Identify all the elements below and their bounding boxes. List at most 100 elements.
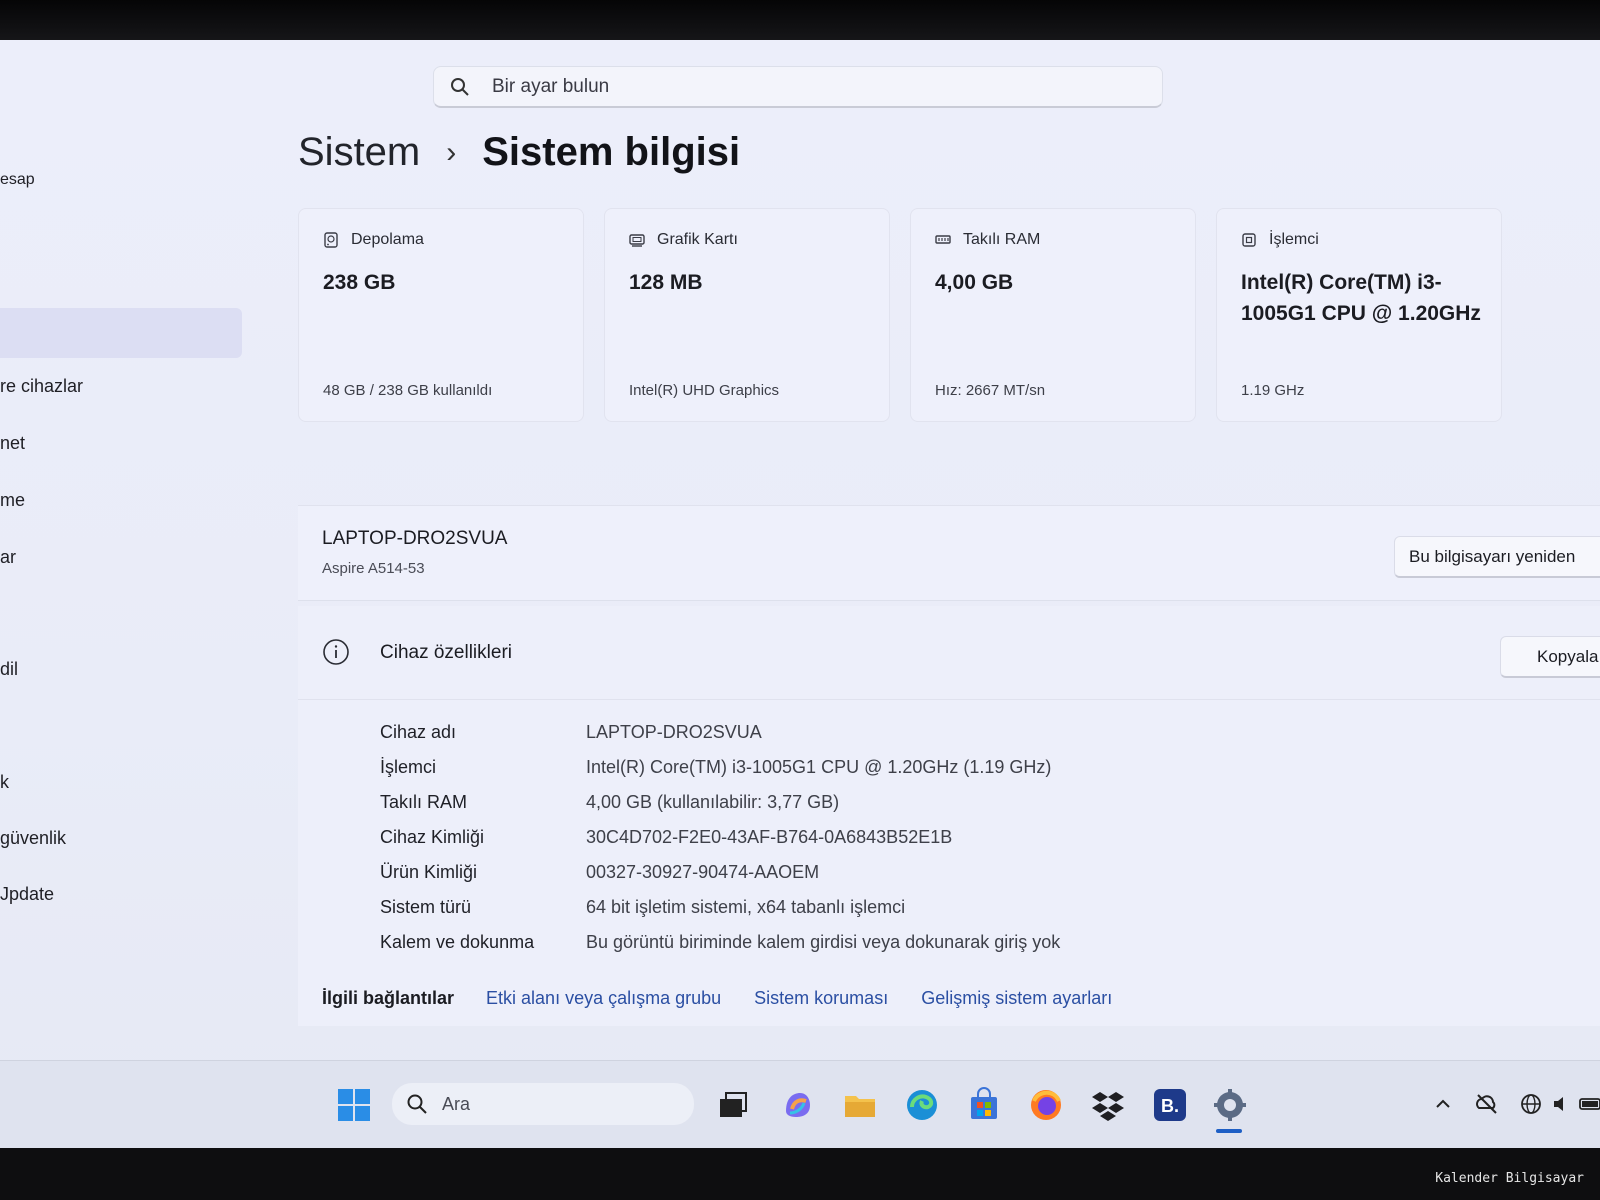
taskbar: Ara B.: [0, 1060, 1600, 1150]
copy-button[interactable]: Kopyala: [1500, 636, 1600, 678]
sidebar-item-update[interactable]: Jpdate: [0, 884, 54, 905]
ram-card[interactable]: Takılı RAM 4,00 GB Hız: 2667 MT/sn: [910, 208, 1196, 422]
dropbox-icon[interactable]: [1090, 1087, 1126, 1123]
gpu-card[interactable]: Grafik Kartı 128 MB Intel(R) UHD Graphic…: [604, 208, 890, 422]
sidebar-item-label: k: [0, 772, 9, 792]
sidebar-item-language[interactable]: dil: [0, 659, 18, 680]
info-icon: [323, 639, 349, 665]
spec-key: Cihaz Kimliği: [380, 827, 485, 847]
domain-workgroup-link[interactable]: Etki alanı veya çalışma grubu: [486, 988, 721, 1009]
spec-row: Cihaz Kimliği 30C4D702-F2E0-43AF-B764-0A6…: [380, 827, 952, 857]
card-value: 128 MB: [629, 271, 703, 294]
start-icon[interactable]: [336, 1087, 372, 1123]
chevron-right-icon: ›: [446, 135, 457, 169]
volume-icon[interactable]: [1550, 1091, 1576, 1117]
device-specs-title: Cihaz özellikleri: [380, 642, 512, 663]
task-view-icon[interactable]: [714, 1087, 750, 1123]
spec-key: Kalem ve dokunma: [380, 932, 535, 952]
taskbar-search[interactable]: Ara: [392, 1083, 694, 1125]
firefox-icon[interactable]: [1028, 1087, 1064, 1123]
sidebar-item-selected[interactable]: [0, 308, 242, 358]
spec-value: 4,00 GB (kullanılabilir: 3,77 GB): [586, 792, 840, 812]
search-icon: [407, 1094, 427, 1114]
card-value: 238 GB: [323, 271, 396, 294]
gpu-icon: [629, 234, 645, 247]
sidebar-item-apps[interactable]: ar: [0, 547, 16, 568]
card-title: Grafik Kartı: [657, 231, 738, 248]
spec-value: LAPTOP-DRO2SVUA: [586, 722, 762, 742]
device-name: LAPTOP-DRO2SVUA: [322, 528, 508, 549]
card-value: Intel(R) Core(TM) i3-1005G1 CPU @ 1.20GH…: [1241, 271, 1481, 325]
card-header: Depolama: [323, 231, 424, 249]
bottom-bezel: [0, 1148, 1600, 1200]
onedrive-offline-icon[interactable]: [1474, 1091, 1500, 1117]
spec-key: Sistem türü: [380, 897, 472, 917]
card-detail: Intel(R) UHD Graphics: [629, 382, 780, 399]
card-detail: Hız: 2667 MT/sn: [935, 382, 1046, 399]
spec-key: Takılı RAM: [380, 792, 468, 812]
device-specs-panel: Cihaz özellikleri Kopyala Cihaz adı LAPTO…: [298, 606, 1600, 1026]
rename-pc-button[interactable]: Bu bilgisayarı yeniden: [1394, 536, 1600, 578]
globe-icon[interactable]: [1518, 1091, 1544, 1117]
settings-search[interactable]: Bir ayar bulun: [433, 66, 1163, 108]
sidebar-item-label: me: [0, 490, 26, 510]
sidebar-item-label: dil: [0, 659, 19, 679]
spec-value: Intel(R) Core(TM) i3-1005G1 CPU @ 1.20GH…: [586, 757, 1052, 777]
spec-key: İşlemci: [380, 757, 437, 777]
search-input[interactable]: Bir ayar bulun: [492, 76, 609, 98]
spec-key: Cihaz adı: [380, 722, 457, 742]
edge-icon[interactable]: [904, 1087, 940, 1123]
card-title: Depolama: [351, 231, 424, 248]
sidebar-item-devices[interactable]: re cihazlar: [0, 376, 83, 397]
related-links: İlgili bağlantılar Etki alanı veya çalış…: [322, 988, 1145, 1009]
copilot-icon[interactable]: [780, 1087, 816, 1123]
sidebar: esap re cihazlar net me ar dil k güvenli…: [0, 40, 245, 1060]
card-header: İşlemci: [1241, 231, 1319, 249]
system-protection-link[interactable]: Sistem koruması: [754, 988, 888, 1009]
spec-value: Bu görüntü biriminde kalem girdisi veya …: [586, 932, 1061, 952]
battery-icon[interactable]: [1578, 1091, 1600, 1117]
sidebar-item-account[interactable]: esap: [0, 171, 35, 189]
sidebar-item-accessibility[interactable]: k: [0, 772, 9, 793]
spec-row: Ürün Kimliği 00327-30927-90474-AAOEM: [380, 862, 819, 892]
spec-value: 30C4D702-F2E0-43AF-B764-0A6843B52E1B: [586, 827, 953, 847]
card-detail: 48 GB / 238 GB kullanıldı: [323, 382, 493, 399]
page-title: Sistem bilgisi: [482, 130, 741, 174]
sidebar-item-label: net: [0, 433, 26, 453]
sidebar-item-label: ar: [0, 547, 17, 567]
cpu-card[interactable]: İşlemci Intel(R) Core(TM) i3-1005G1 CPU …: [1216, 208, 1502, 422]
search-icon: [451, 77, 469, 96]
card-header: Takılı RAM: [935, 231, 1040, 249]
sidebar-item-security[interactable]: güvenlik: [0, 828, 66, 849]
spec-row: İşlemci Intel(R) Core(TM) i3-1005G1 CPU @…: [380, 757, 1051, 787]
active-app-indicator: [1216, 1129, 1242, 1133]
spec-key: Ürün Kimliği: [380, 862, 478, 882]
taskbar-search-input[interactable]: Ara: [442, 1094, 470, 1115]
file-explorer-icon[interactable]: [842, 1087, 878, 1123]
device-specs-header[interactable]: Cihaz özellikleri Kopyala: [298, 606, 1600, 700]
card-header: Grafik Kartı: [629, 231, 738, 249]
sidebar-item-personalization[interactable]: me: [0, 490, 25, 511]
sidebar-item-label: esap: [0, 171, 35, 188]
spec-value: 00327-30927-90474-AAOEM: [586, 862, 820, 882]
card-title: Takılı RAM: [963, 231, 1041, 248]
card-title: İşlemci: [1269, 231, 1319, 248]
settings-window: esap re cihazlar net me ar dil k güvenli…: [0, 40, 1600, 1150]
spec-row: Cihaz adı LAPTOP-DRO2SVUA: [380, 722, 762, 752]
card-value: 4,00 GB: [935, 271, 1014, 294]
advanced-system-settings-link[interactable]: Gelişmiş sistem ayarları: [921, 988, 1112, 1009]
chevron-up-icon[interactable]: [1430, 1091, 1456, 1117]
settings-icon[interactable]: [1212, 1087, 1248, 1123]
sidebar-item-network[interactable]: net: [0, 433, 25, 454]
breadcrumb-parent[interactable]: Sistem: [298, 130, 420, 175]
booking-icon[interactable]: B.: [1152, 1087, 1188, 1123]
breadcrumb: Sistem › Sistem bilgisi: [298, 130, 740, 175]
device-model: Aspire A514-53: [322, 560, 425, 577]
store-icon[interactable]: [966, 1087, 1002, 1123]
spec-row: Takılı RAM 4,00 GB (kullanılabilir: 3,77 …: [380, 792, 839, 822]
sidebar-item-label: güvenlik: [0, 828, 67, 848]
sidebar-item-label: re cihazlar: [0, 376, 84, 396]
storage-card[interactable]: Depolama 238 GB 48 GB / 238 GB kullanıld…: [298, 208, 584, 422]
cpu-icon: [1242, 233, 1256, 247]
watermark: Kalender Bilgisayar: [1435, 1171, 1584, 1186]
